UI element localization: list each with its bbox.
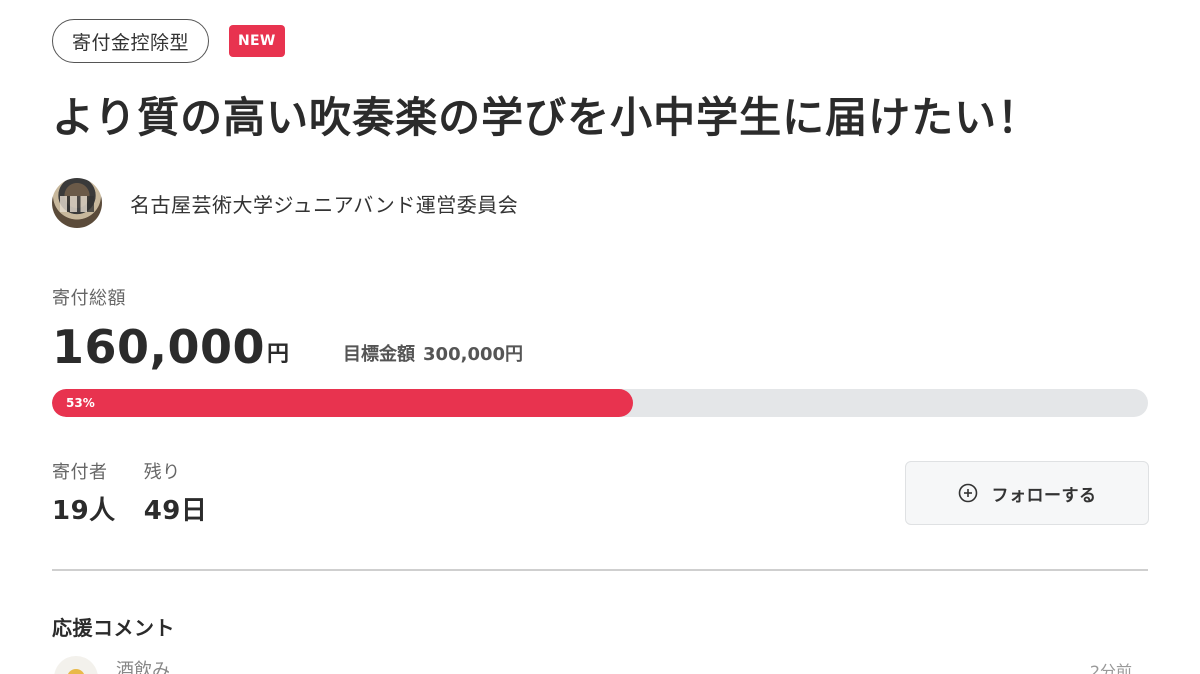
- remaining-stat: 残り 49日: [144, 458, 208, 527]
- amount-unit: 円: [267, 342, 290, 367]
- remaining-label: 残り: [143, 462, 181, 483]
- follow-button[interactable]: フォローする: [905, 461, 1149, 525]
- progress-bar: 53%: [52, 389, 1148, 417]
- goal-label: 目標金額: [343, 344, 416, 365]
- supporters-stat: 寄付者 19人: [52, 458, 116, 527]
- project-summary: 寄付金控除型 NEW より質の高い吹奏楽の学びを小中学生に届けたい！ 名古屋芸術…: [52, 0, 1149, 674]
- stats: 寄付者 19人 残り 49日: [52, 458, 235, 527]
- comment-time: 2分前: [1089, 662, 1132, 674]
- progress-percent: 53%: [66, 396, 95, 410]
- commenter-avatar[interactable]: [54, 656, 98, 674]
- comment-author[interactable]: 酒飲み: [116, 656, 170, 674]
- progress-fill: 53%: [52, 389, 633, 417]
- plus-circle-icon: [958, 483, 977, 503]
- remaining-value: 49日: [143, 496, 208, 526]
- category-tag[interactable]: 寄付金控除型: [52, 19, 210, 63]
- total-label: 寄付総額: [52, 288, 126, 309]
- goal-amount: 目標金額 300,000円: [343, 336, 523, 374]
- owner-row[interactable]: 名古屋芸術大学ジュニアバンド運営委員会: [52, 178, 518, 228]
- follow-label: フォローする: [991, 485, 1097, 506]
- new-badge: NEW: [229, 25, 285, 57]
- supporters-label: 寄付者: [52, 462, 108, 483]
- comment-item: 酒飲み 2分前: [52, 652, 1132, 674]
- divider: [52, 569, 1148, 571]
- comments-heading: 応援コメント: [52, 616, 175, 640]
- owner-name[interactable]: 名古屋芸術大学ジュニアバンド運営委員会: [130, 189, 518, 218]
- tag-row: 寄付金控除型 NEW: [52, 18, 285, 64]
- supporters-value: 19人: [52, 496, 116, 526]
- goal-value: 300,000円: [423, 344, 524, 365]
- amount-value: 160,000: [52, 320, 266, 374]
- project-title: より質の高い吹奏楽の学びを小中学生に届けたい！: [52, 93, 1041, 142]
- owner-avatar[interactable]: [52, 178, 102, 228]
- amount-row: 160,000 円 目標金額 300,000円: [52, 318, 523, 374]
